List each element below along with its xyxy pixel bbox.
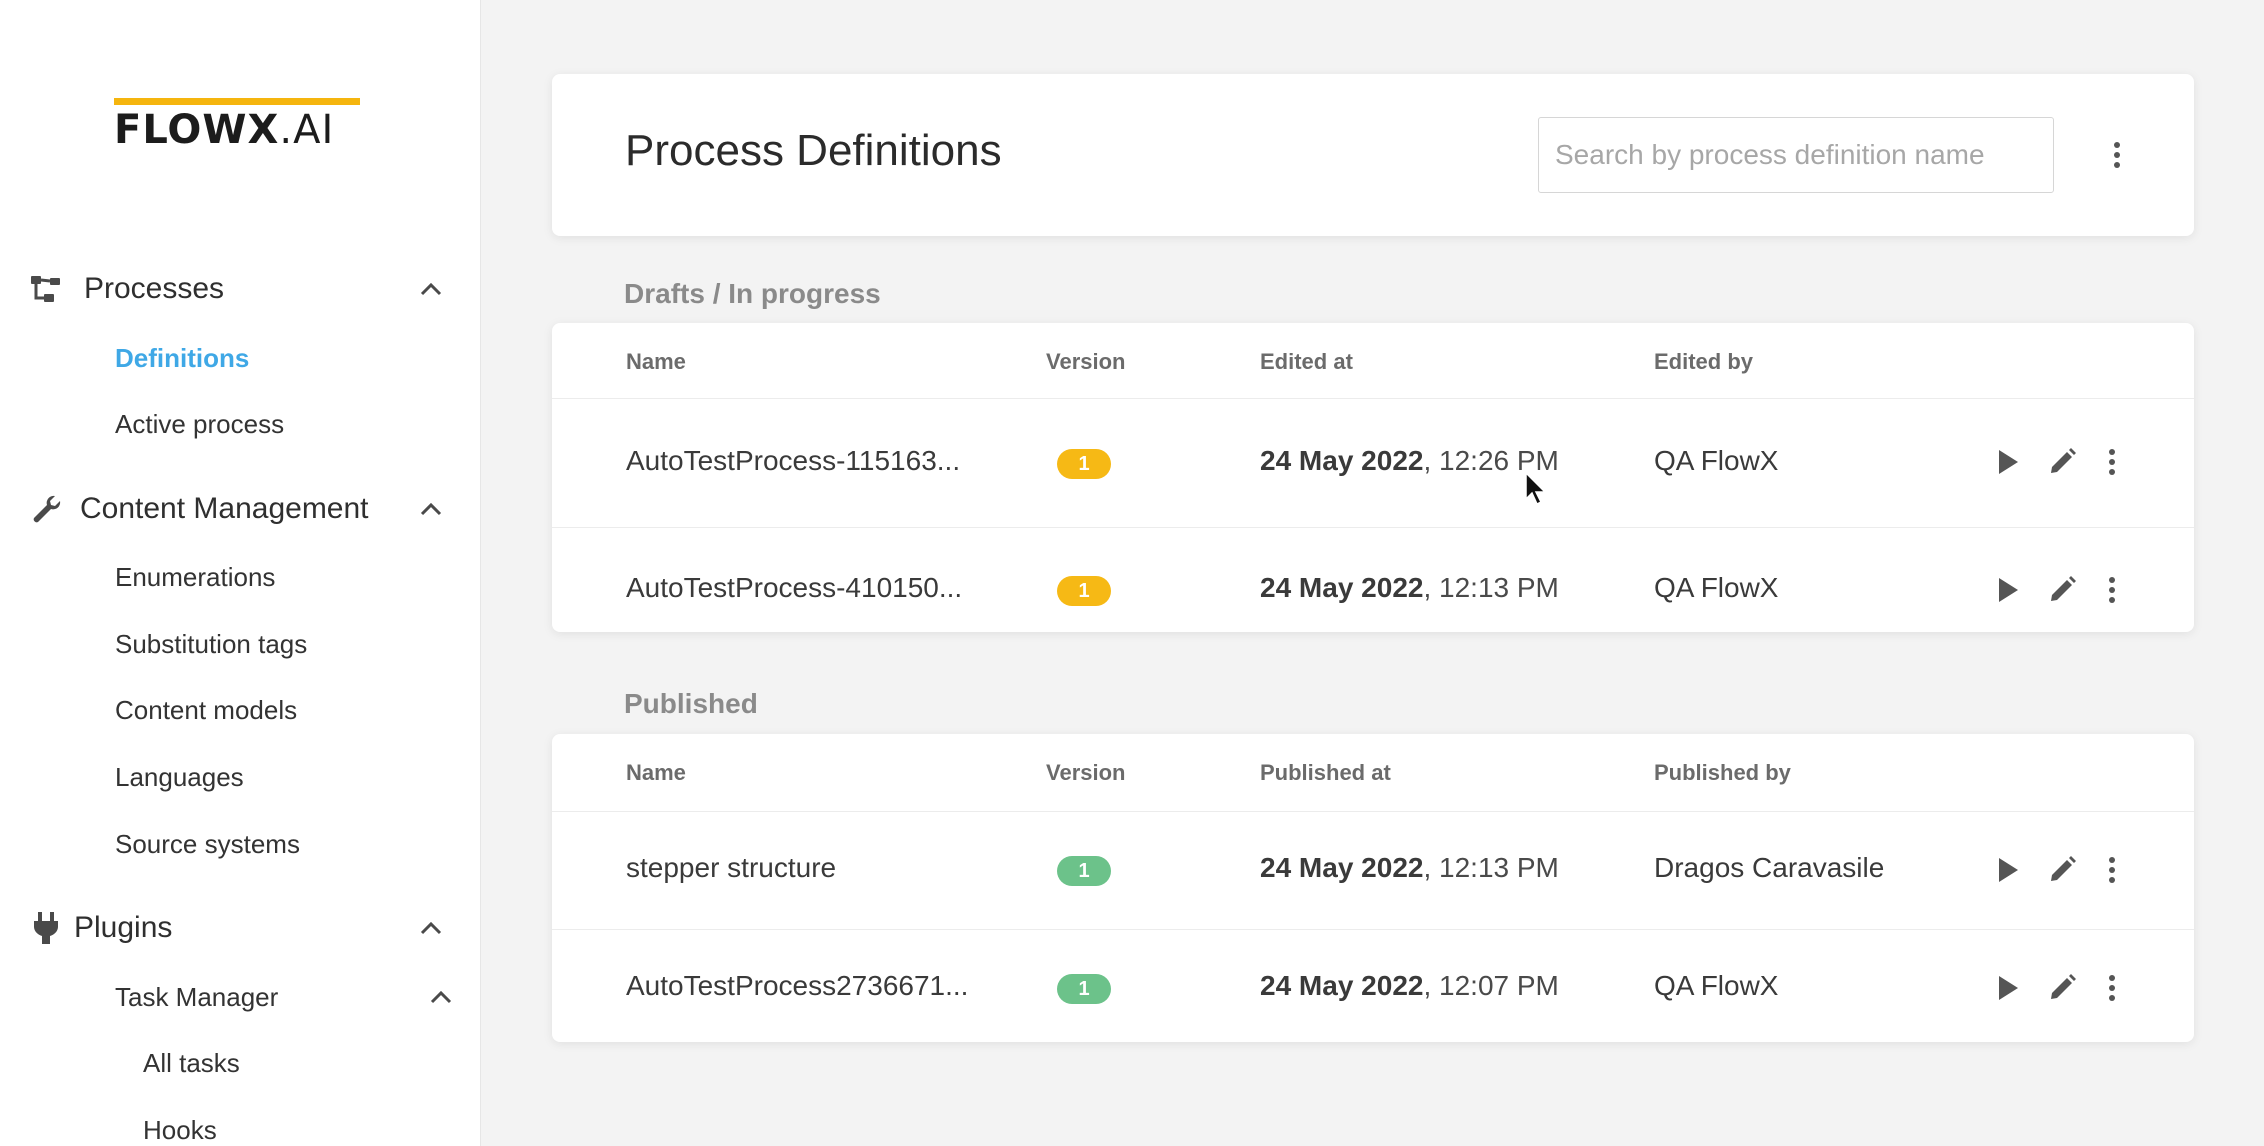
edit-pencil-icon[interactable]: [2044, 444, 2080, 480]
flow-icon: [28, 271, 64, 307]
table-row[interactable]: AutoTestProcess-115163... 1 24 May 2022,…: [552, 399, 2194, 528]
logo-accent-bar: [114, 98, 360, 105]
more-options-icon[interactable]: [2102, 135, 2132, 175]
table-header: Name Version Published at Published by: [552, 734, 2194, 812]
column-header-name[interactable]: Name: [626, 349, 686, 375]
version-badge: 1: [1057, 974, 1111, 1004]
play-icon[interactable]: [1990, 444, 2026, 480]
column-header-published-by[interactable]: Published by: [1654, 760, 1791, 786]
more-options-icon[interactable]: [2094, 852, 2130, 888]
published-by: Dragos Caravasile: [1654, 852, 1885, 883]
section-title-drafts: Drafts / In progress: [624, 278, 881, 309]
nav-group-label: Plugins: [74, 911, 173, 944]
edit-pencil-icon[interactable]: [2044, 572, 2080, 608]
sidebar-item-source-systems[interactable]: Source systems: [115, 820, 300, 868]
sidebar-item-definitions[interactable]: Definitions: [115, 334, 249, 382]
edited-at: 24 May 2022, 12:26 PM: [1260, 445, 1559, 476]
process-name[interactable]: AutoTestProcess-115163...: [626, 445, 960, 477]
more-options-icon[interactable]: [2094, 970, 2130, 1006]
edit-pencil-icon[interactable]: [2044, 852, 2080, 888]
page-title: Process Definitions: [625, 126, 1002, 175]
column-header-version[interactable]: Version: [1046, 760, 1125, 786]
version-badge: 1: [1057, 576, 1111, 606]
edited-by: QA FlowX: [1654, 572, 1779, 603]
process-name[interactable]: AutoTestProcess2736671...: [626, 970, 968, 1002]
column-header-published-at[interactable]: Published at: [1260, 760, 1391, 786]
table-row[interactable]: stepper structure 1 24 May 2022, 12:13 P…: [552, 812, 2194, 930]
edited-at: 24 May 2022, 12:13 PM: [1260, 572, 1559, 603]
published-at: 24 May 2022, 12:07 PM: [1260, 970, 1559, 1001]
sidebar-item-all-tasks[interactable]: All tasks: [143, 1039, 240, 1087]
drafts-table: Name Version Edited at Edited by AutoTes…: [552, 323, 2194, 632]
nav-group-label: Processes: [84, 272, 225, 305]
sidebar-item-task-manager[interactable]: Task Manager: [115, 973, 278, 1021]
chevron-up-icon[interactable]: [426, 982, 456, 1012]
process-name[interactable]: AutoTestProcess-410150...: [626, 572, 962, 604]
page-header-card: Process Definitions: [552, 74, 2194, 236]
nav-group-plugins[interactable]: Plugins: [0, 898, 481, 958]
table-header: Name Version Edited at Edited by: [552, 323, 2194, 399]
table-row[interactable]: AutoTestProcess2736671... 1 24 May 2022,…: [552, 930, 2194, 1042]
sidebar-item-content-models[interactable]: Content models: [115, 686, 297, 734]
edited-by: QA FlowX: [1654, 445, 1779, 476]
nav-group-content-management[interactable]: Content Management: [0, 479, 481, 539]
edit-pencil-icon[interactable]: [2044, 970, 2080, 1006]
section-title-published: Published: [624, 688, 758, 719]
version-badge: 1: [1057, 856, 1111, 886]
chevron-up-icon[interactable]: [416, 913, 446, 943]
table-row[interactable]: AutoTestProcess-410150... 1 24 May 2022,…: [552, 528, 2194, 632]
play-icon[interactable]: [1990, 970, 2026, 1006]
chevron-up-icon[interactable]: [416, 274, 446, 304]
search-input[interactable]: [1538, 117, 2054, 193]
flowx-logo[interactable]: FLOWX.AI: [114, 98, 360, 153]
version-badge: 1: [1057, 449, 1111, 479]
sidebar: FLOWX.AI Processes Definitions Active pr…: [0, 0, 481, 1146]
sidebar-item-languages[interactable]: Languages: [115, 753, 244, 801]
wrench-icon: [28, 491, 64, 527]
published-at: 24 May 2022, 12:13 PM: [1260, 852, 1559, 883]
chevron-up-icon[interactable]: [416, 494, 446, 524]
play-icon[interactable]: [1990, 852, 2026, 888]
sidebar-item-substitution-tags[interactable]: Substitution tags: [115, 620, 307, 668]
sidebar-item-hooks[interactable]: Hooks: [143, 1106, 217, 1146]
published-table: Name Version Published at Published by s…: [552, 734, 2194, 1042]
column-header-edited-at[interactable]: Edited at: [1260, 349, 1353, 375]
sidebar-item-active-process[interactable]: Active process: [115, 400, 284, 448]
nav-group-label: Content Management: [80, 492, 369, 525]
column-header-version[interactable]: Version: [1046, 349, 1125, 375]
plug-icon: [28, 910, 64, 946]
more-options-icon[interactable]: [2094, 444, 2130, 480]
nav-group-processes[interactable]: Processes: [0, 259, 481, 319]
column-header-name[interactable]: Name: [626, 760, 686, 786]
published-by: QA FlowX: [1654, 970, 1779, 1001]
mouse-cursor-icon: [1525, 472, 1547, 506]
sidebar-item-enumerations[interactable]: Enumerations: [115, 553, 275, 601]
process-name[interactable]: stepper structure: [626, 852, 836, 884]
more-options-icon[interactable]: [2094, 572, 2130, 608]
logo-wordmark: FLOWX.AI: [114, 107, 335, 153]
column-header-edited-by[interactable]: Edited by: [1654, 349, 1753, 375]
play-icon[interactable]: [1990, 572, 2026, 608]
